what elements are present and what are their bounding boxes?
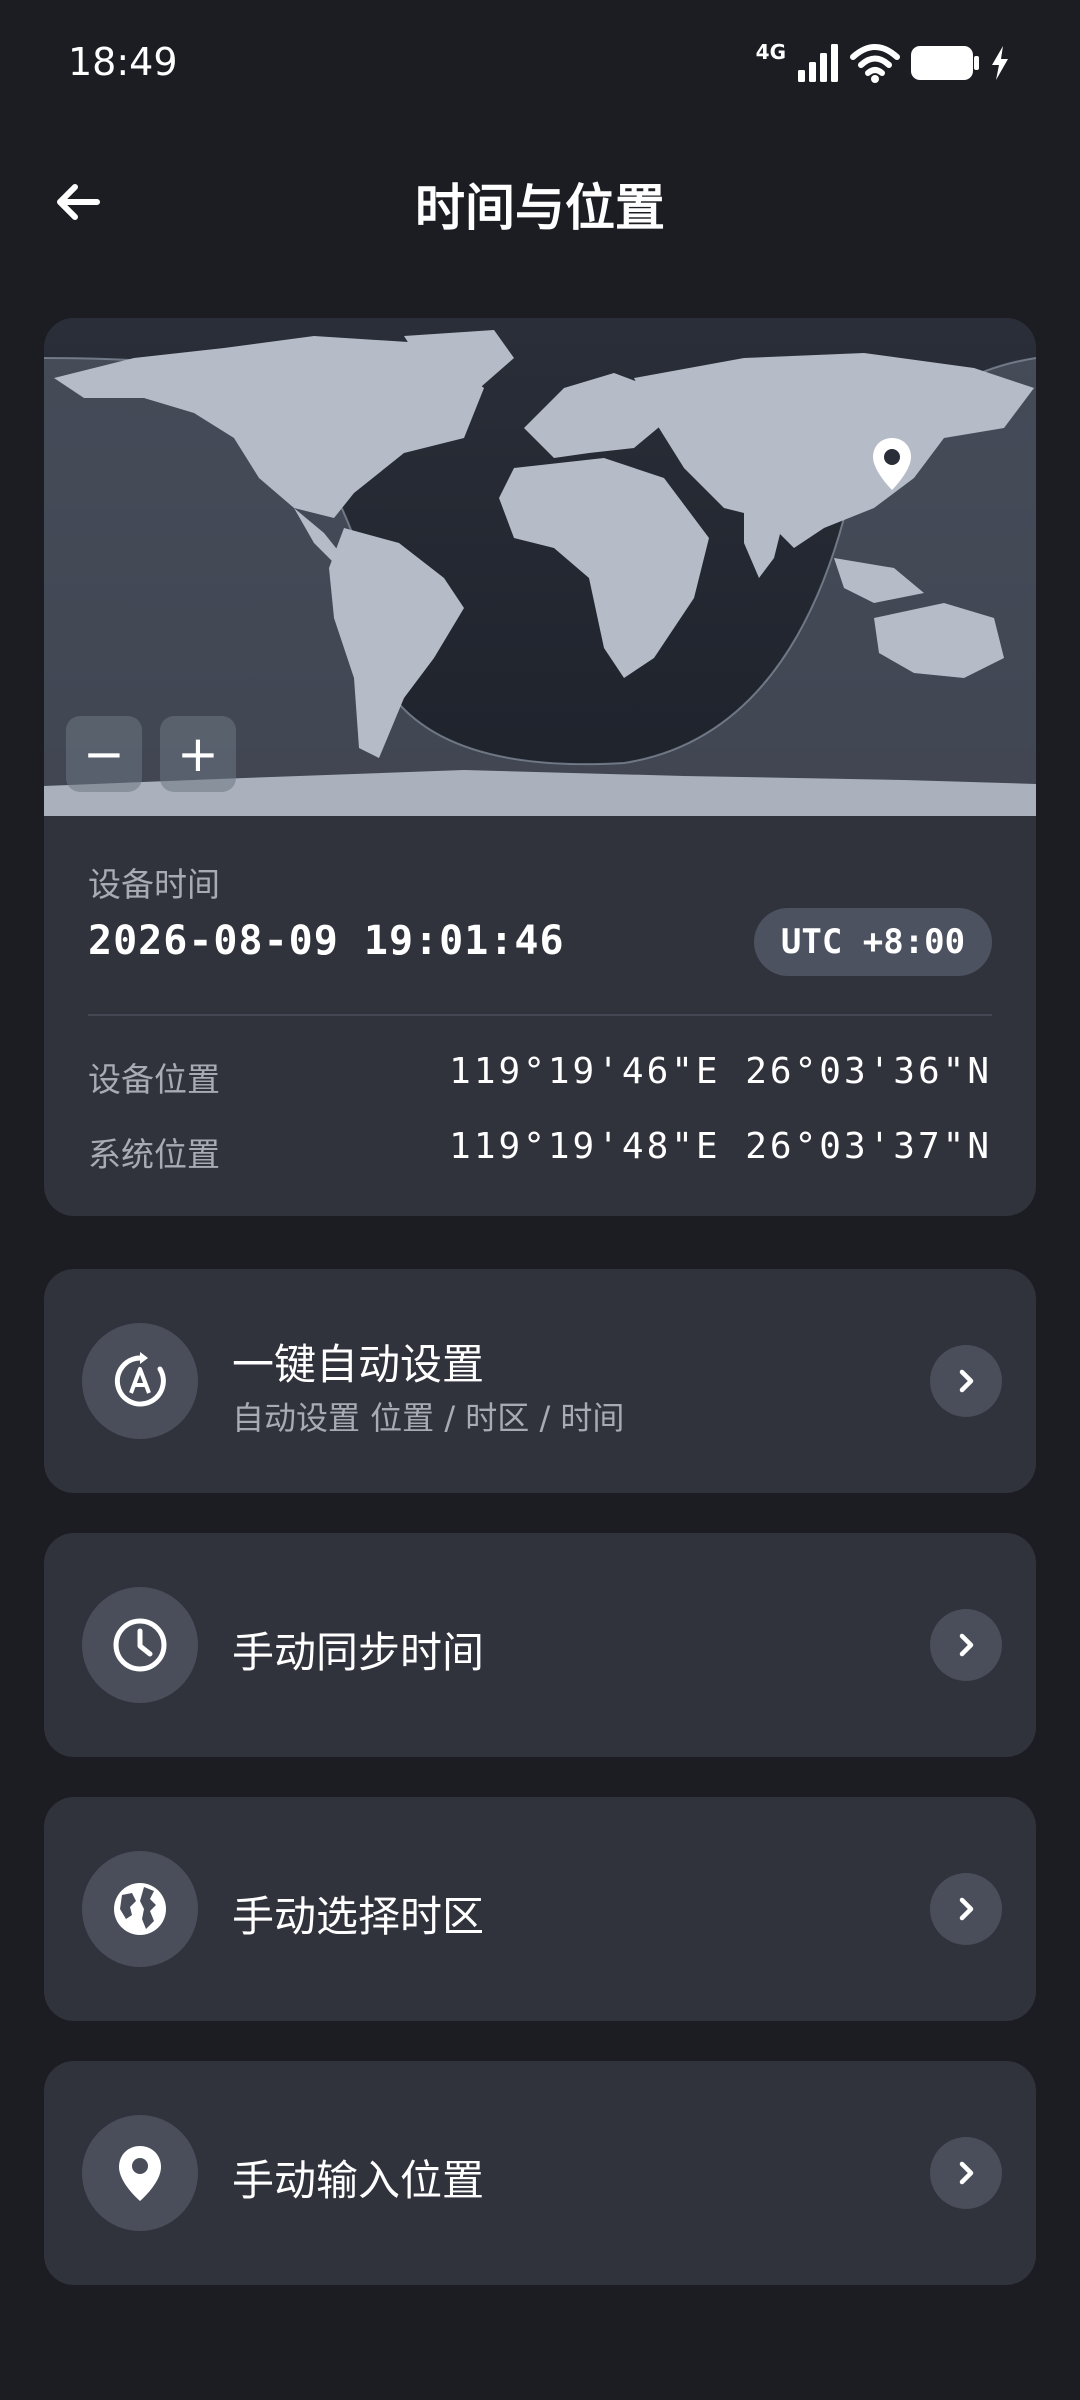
manual-location-title: 手动输入位置: [232, 2156, 485, 2205]
manual-location-icon-wrap: [82, 2115, 198, 2231]
chevron-right-icon: [959, 2161, 974, 2185]
chevron-right-icon: [959, 1633, 974, 1657]
chevron-right-icon: [959, 1897, 974, 1921]
manual-location-card[interactable]: 手动输入位置: [44, 2061, 1036, 2285]
network-type-label: 4G: [755, 40, 786, 64]
manual-timezone-title: 手动选择时区: [232, 1892, 485, 1941]
location-pin-icon: [119, 2146, 161, 2201]
page-title: 时间与位置: [415, 179, 665, 237]
device-time-label: 设备时间: [88, 865, 220, 904]
charging-icon: [992, 46, 1008, 80]
auto-setup-chevron[interactable]: [930, 1345, 1002, 1417]
manual-timezone-chevron[interactable]: [930, 1873, 1002, 1945]
time-location-card: − + 设备时间 2026-08-09 19:01:46 UTC +8:00 设…: [44, 318, 1036, 1216]
manual-sync-time-icon-wrap: [82, 1587, 198, 1703]
manual-sync-time-chevron[interactable]: [930, 1609, 1002, 1681]
auto-setup-icon-wrap: [82, 1323, 198, 1439]
manual-sync-time-card[interactable]: 手动同步时间: [44, 1533, 1036, 1757]
clock-icon: [113, 1618, 167, 1672]
divider: [88, 1014, 992, 1016]
device-time-value: 2026-08-09 19:01:46: [88, 918, 565, 964]
world-map[interactable]: − +: [44, 318, 1036, 816]
manual-sync-time-title: 手动同步时间: [232, 1628, 485, 1677]
system-location-label: 系统位置: [88, 1135, 220, 1174]
manual-timezone-card[interactable]: 手动选择时区: [44, 1797, 1036, 2021]
manual-location-chevron[interactable]: [930, 2137, 1002, 2209]
globe-icon: [114, 1883, 166, 1935]
status-bar: 18:49 4G: [0, 0, 1080, 120]
app-bar: 时间与位置: [0, 150, 1080, 250]
zoom-out-button[interactable]: −: [66, 716, 142, 792]
device-location-label: 设备位置: [88, 1060, 220, 1099]
auto-sync-icon: [114, 1352, 166, 1407]
battery-icon: [911, 46, 979, 80]
wifi-icon: [850, 44, 900, 83]
timezone-badge: UTC +8:00: [754, 908, 992, 976]
chevron-right-icon: [959, 1369, 974, 1393]
zoom-in-button[interactable]: +: [160, 716, 236, 792]
status-icons: 4G: [756, 38, 1010, 88]
auto-setup-card[interactable]: 一键自动设置 自动设置 位置 / 时区 / 时间: [44, 1269, 1036, 1493]
location-pin-icon: [873, 438, 911, 490]
device-location-value: 119°19'46"E 26°03'36"N: [449, 1051, 992, 1092]
system-location-value: 119°19'48"E 26°03'37"N: [449, 1126, 992, 1167]
manual-timezone-icon-wrap: [82, 1851, 198, 1967]
auto-setup-subtitle: 自动设置 位置 / 时区 / 时间: [232, 1399, 625, 1437]
signal-icon: [798, 44, 838, 82]
status-time: 18:49: [68, 40, 178, 84]
auto-setup-title: 一键自动设置: [232, 1340, 485, 1389]
